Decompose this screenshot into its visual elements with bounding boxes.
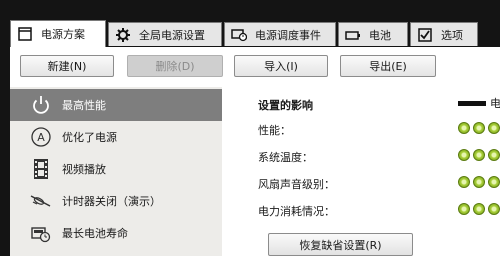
plan-item-max-battery[interactable]: 最长电池寿命 — [10, 217, 222, 249]
settings-impact-panel: 设置的影响 电 性能： 系统温度： 风扇声音级别： 电力消耗情况： 恢复缺省设置… — [258, 87, 500, 256]
new-button[interactable]: 新建(N) — [20, 55, 114, 77]
battery-icon — [345, 28, 361, 42]
settings-impact-title: 设置的影响 — [258, 99, 313, 112]
film-icon — [30, 158, 52, 180]
power-plans-panel: 新建(N) 删除(D) 导入(I) 导出(E) 最高性能 A 优化了电源 视频播… — [10, 47, 500, 256]
delete-button[interactable]: 删除(D) — [127, 55, 223, 77]
tab-power-plans[interactable]: 电源方案 — [10, 20, 106, 47]
impact-row-label: 系统温度： — [258, 151, 313, 164]
tab-bar: 电源方案 全局电源设置 电源调度事件 电池 选项 — [0, 0, 500, 47]
restore-defaults-button[interactable]: 恢复缺省设置(R) — [268, 233, 413, 256]
impact-row-performance: 性能： — [258, 122, 500, 138]
legend-label: 电 — [490, 97, 500, 110]
level-dot — [488, 149, 500, 161]
plan-item-label: 视频播放 — [62, 163, 106, 176]
plan-item-label: 最长电池寿命 — [62, 227, 128, 240]
tab-schedule-events[interactable]: 电源调度事件 — [224, 22, 336, 46]
plan-item-timer-off[interactable]: 计时器关闭（演示） — [10, 185, 222, 217]
impact-level-indicator — [458, 149, 500, 161]
level-dot — [473, 122, 485, 134]
tab-label: 全局电源设置 — [139, 28, 205, 42]
tab-label: 选项 — [441, 28, 463, 42]
import-button[interactable]: 导入(I) — [234, 55, 328, 77]
level-dot — [488, 176, 500, 188]
level-dot — [458, 176, 470, 188]
clock-screen-icon — [231, 28, 247, 42]
impact-level-indicator — [458, 122, 500, 134]
impact-row-label: 性能： — [258, 124, 291, 137]
level-dot — [458, 203, 470, 215]
plan-item-label: 优化了电源 — [62, 131, 117, 144]
level-dot — [473, 203, 485, 215]
level-dot — [473, 176, 485, 188]
impact-level-indicator — [458, 176, 500, 188]
impact-row-power-consumption: 电力消耗情况： — [258, 203, 500, 219]
plan-item-video[interactable]: 视频播放 — [10, 153, 222, 185]
plan-item-label: 最高性能 — [62, 99, 106, 112]
tab-label: 电池 — [369, 28, 391, 42]
impact-row-temperature: 系统温度： — [258, 149, 500, 165]
svg-text:A: A — [37, 131, 45, 144]
impact-row-label: 风扇声音级别： — [258, 178, 335, 191]
impact-row-label: 电力消耗情况： — [258, 205, 335, 218]
plan-item-label: 计时器关闭（演示） — [62, 195, 161, 208]
auto-a-icon: A — [30, 126, 52, 148]
tab-global-settings[interactable]: 全局电源设置 — [108, 22, 222, 46]
tab-battery[interactable]: 电池 — [338, 22, 408, 46]
gear-icon — [115, 27, 131, 42]
level-dot — [458, 149, 470, 161]
tab-label: 电源调度事件 — [255, 28, 321, 42]
pen-icon — [30, 190, 52, 212]
plan-item-max-performance[interactable]: 最高性能 — [10, 89, 222, 121]
document-icon — [17, 27, 33, 41]
level-dot — [488, 122, 500, 134]
legend-swatch — [458, 100, 486, 106]
level-dot — [458, 122, 470, 134]
plan-list: 最高性能 A 优化了电源 视频播放 计时器关闭（演示） 最长电池寿命 — [10, 87, 222, 256]
legend: 电 — [458, 95, 500, 111]
level-dot — [488, 203, 500, 215]
impact-row-fan-noise: 风扇声音级别： — [258, 176, 500, 192]
plan-item-optimized[interactable]: A 优化了电源 — [10, 121, 222, 153]
checkbox-icon — [417, 27, 433, 42]
monitor-clock-icon — [30, 222, 52, 244]
level-dot — [473, 149, 485, 161]
toolbar: 新建(N) 删除(D) 导入(I) 导出(E) — [10, 47, 500, 85]
impact-level-indicator — [458, 203, 500, 215]
power-icon — [30, 94, 52, 116]
export-button[interactable]: 导出(E) — [340, 55, 436, 77]
tab-label: 电源方案 — [41, 28, 85, 41]
tab-options[interactable]: 选项 — [410, 22, 478, 46]
